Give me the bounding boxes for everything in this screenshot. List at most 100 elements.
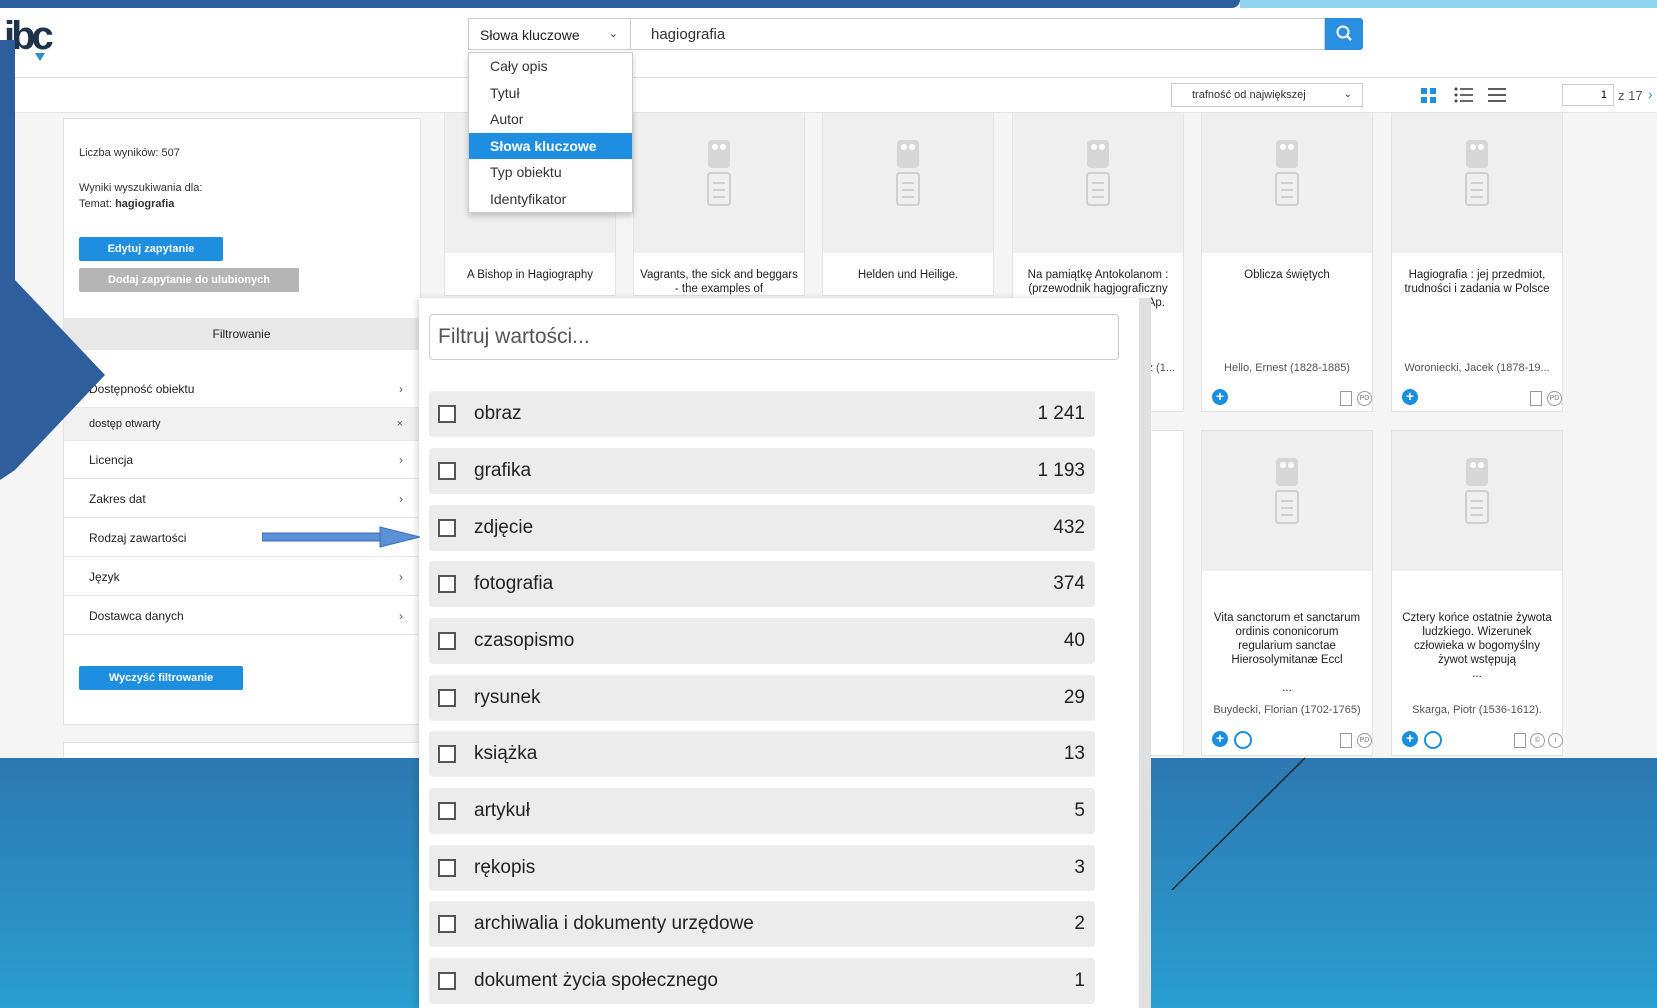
- option-count: 1: [1074, 970, 1085, 991]
- results-toolbar: [0, 78, 1657, 113]
- add-favorite-button[interactable]: Dodaj zapytanie do ulubionych: [79, 268, 299, 292]
- dropdown-option[interactable]: Autor: [469, 106, 632, 133]
- scrollbar[interactable]: [1139, 298, 1151, 1008]
- chevron-right-icon: ›: [399, 609, 403, 623]
- document-icon: [1340, 733, 1352, 748]
- page-total: z 17: [1618, 88, 1643, 103]
- option-count: 3: [1074, 857, 1085, 878]
- page-number-input[interactable]: 1: [1562, 84, 1614, 106]
- filter-option[interactable]: rysunek 29: [429, 675, 1095, 721]
- filter-language[interactable]: Język ›: [64, 558, 419, 596]
- add-icon[interactable]: +: [1212, 731, 1228, 747]
- add-icon[interactable]: +: [1402, 389, 1418, 405]
- search-button[interactable]: [1325, 18, 1363, 50]
- card-title[interactable]: Vagrants, the sick and beggars - the exa…: [640, 268, 798, 296]
- next-page-icon[interactable]: ›: [1648, 86, 1653, 102]
- card-author[interactable]: Woroniecki, Jacek (1878-19...: [1392, 362, 1562, 374]
- filter-label: Język: [89, 570, 120, 584]
- chevron-down-icon: ⌄: [1343, 89, 1352, 100]
- option-label: artykuł: [474, 800, 530, 821]
- card-author[interactable]: Hello, Ernest (1828-1885): [1202, 362, 1372, 374]
- owl-placeholder-icon: [1465, 458, 1489, 524]
- document-icon: [1530, 391, 1542, 406]
- dropdown-option-selected[interactable]: Słowa kluczowe: [469, 132, 632, 159]
- filter-option[interactable]: grafika 1 193: [429, 448, 1095, 494]
- filter-data-provider[interactable]: Dostawca danych ›: [64, 597, 419, 635]
- view-icon[interactable]: [1234, 731, 1252, 749]
- view-icon[interactable]: [1424, 731, 1442, 749]
- dropdown-option[interactable]: Typ obiektu: [469, 159, 632, 186]
- slide-line: [1171, 757, 1306, 891]
- option-count: 1 241: [1037, 403, 1085, 424]
- checkbox[interactable]: [438, 745, 456, 763]
- filter-option[interactable]: dokument życia społecznego 1: [429, 958, 1095, 1004]
- card-title[interactable]: Vita sanctorum et sanctarum ordinis cono…: [1208, 611, 1366, 667]
- public-domain-icon: PD: [1547, 391, 1562, 406]
- chevron-down-icon: ⌄: [608, 28, 618, 40]
- dropdown-option[interactable]: Cały opis: [469, 53, 632, 80]
- result-card[interactable]: Vagrants, the sick and beggars - the exa…: [633, 112, 805, 296]
- checkbox[interactable]: [438, 689, 456, 707]
- result-card[interactable]: Hagiografia : jej przedmiot, trudności i…: [1391, 112, 1563, 412]
- card-title[interactable]: Hagiografia : jej przedmiot, trudności i…: [1398, 268, 1556, 296]
- dropdown-option[interactable]: Identyfikator: [469, 186, 632, 213]
- checkbox[interactable]: [438, 859, 456, 877]
- result-card[interactable]: Oblicza świętych Hello, Ernest (1828-188…: [1201, 112, 1373, 412]
- dropdown-option[interactable]: Tytuł: [469, 80, 632, 107]
- filter-values-panel: Filtruj wartości... obraz 1 241 grafika 1 …: [419, 298, 1139, 1008]
- option-label: fotografia: [474, 573, 554, 594]
- filter-option[interactable]: książka 13: [429, 731, 1095, 777]
- filter-option[interactable]: czasopismo 40: [429, 618, 1095, 664]
- filter-availability[interactable]: Dostępność obiektu ›: [64, 370, 419, 408]
- grid-view-icon[interactable]: [1420, 86, 1438, 104]
- filter-date-range[interactable]: Zakres dat ›: [64, 480, 419, 518]
- result-card[interactable]: Vita sanctorum et sanctarum ordinis cono…: [1201, 430, 1373, 756]
- checkbox[interactable]: [438, 915, 456, 933]
- card-title[interactable]: Oblicza świętych: [1208, 268, 1366, 282]
- checkbox[interactable]: [438, 972, 456, 990]
- card-title[interactable]: Na pamiątkę Antokolanom : (przewodnik ha…: [1019, 268, 1177, 296]
- filter-values-input[interactable]: Filtruj wartości...: [429, 314, 1119, 360]
- search-type-select[interactable]: Słowa kluczowe ⌄: [468, 18, 631, 50]
- filter-label: Dostawca danych: [89, 609, 184, 623]
- filter-option[interactable]: zdjęcie 432: [429, 505, 1095, 551]
- search-input[interactable]: hagiografia: [631, 18, 1325, 50]
- list-view-icon[interactable]: [1454, 86, 1474, 104]
- filter-option[interactable]: artykuł 5: [429, 788, 1095, 834]
- active-filter-open-access[interactable]: dostęp otwarty ×: [64, 408, 419, 441]
- filter-option[interactable]: fotografia 374: [429, 561, 1095, 607]
- close-icon[interactable]: ×: [397, 408, 403, 441]
- checkbox[interactable]: [438, 405, 456, 423]
- license-icon: i: [1548, 733, 1563, 748]
- copyright-icon: ©: [1530, 733, 1545, 748]
- filter-option[interactable]: archiwalia i dokumenty urzędowe 2: [429, 901, 1095, 947]
- checkbox[interactable]: [438, 462, 456, 480]
- search-icon: [1336, 25, 1352, 41]
- filter-option[interactable]: rękopis 3: [429, 845, 1095, 891]
- checkbox[interactable]: [438, 802, 456, 820]
- card-author[interactable]: Buydecki, Florian (1702-1765): [1202, 704, 1372, 716]
- owl-placeholder-icon: [1465, 140, 1489, 206]
- filter-label: Zakres dat: [89, 492, 146, 506]
- card-title[interactable]: Helden und Heilige.: [829, 268, 987, 282]
- chevron-right-icon: ›: [399, 453, 403, 467]
- add-icon[interactable]: +: [1212, 389, 1228, 405]
- checkbox[interactable]: [438, 632, 456, 650]
- thumbnail: [1202, 431, 1372, 571]
- card-author[interactable]: Skarga, Piotr (1536-1612).: [1392, 704, 1562, 716]
- card-actions: + © i: [1402, 731, 1563, 749]
- card-title[interactable]: A Bishop in Hagiography: [451, 268, 609, 282]
- checkbox[interactable]: [438, 575, 456, 593]
- compact-list-icon[interactable]: [1488, 86, 1506, 104]
- clear-filters-button[interactable]: Wyczyść filtrowanie: [79, 666, 243, 690]
- add-icon[interactable]: +: [1402, 731, 1418, 747]
- result-card[interactable]: Cztery końce ostatnie żywota ludzkiego. …: [1391, 430, 1563, 756]
- checkbox[interactable]: [438, 519, 456, 537]
- filter-license[interactable]: Licencja ›: [64, 441, 419, 479]
- result-card[interactable]: Helden und Heilige.: [822, 112, 994, 296]
- card-title[interactable]: Cztery końce ostatnie żywota ludzkiego. …: [1398, 611, 1556, 667]
- sort-select[interactable]: trafność od największej ⌄: [1171, 83, 1363, 107]
- option-count: 29: [1063, 687, 1085, 708]
- filter-option[interactable]: obraz 1 241: [429, 391, 1095, 437]
- option-count: 374: [1053, 573, 1085, 594]
